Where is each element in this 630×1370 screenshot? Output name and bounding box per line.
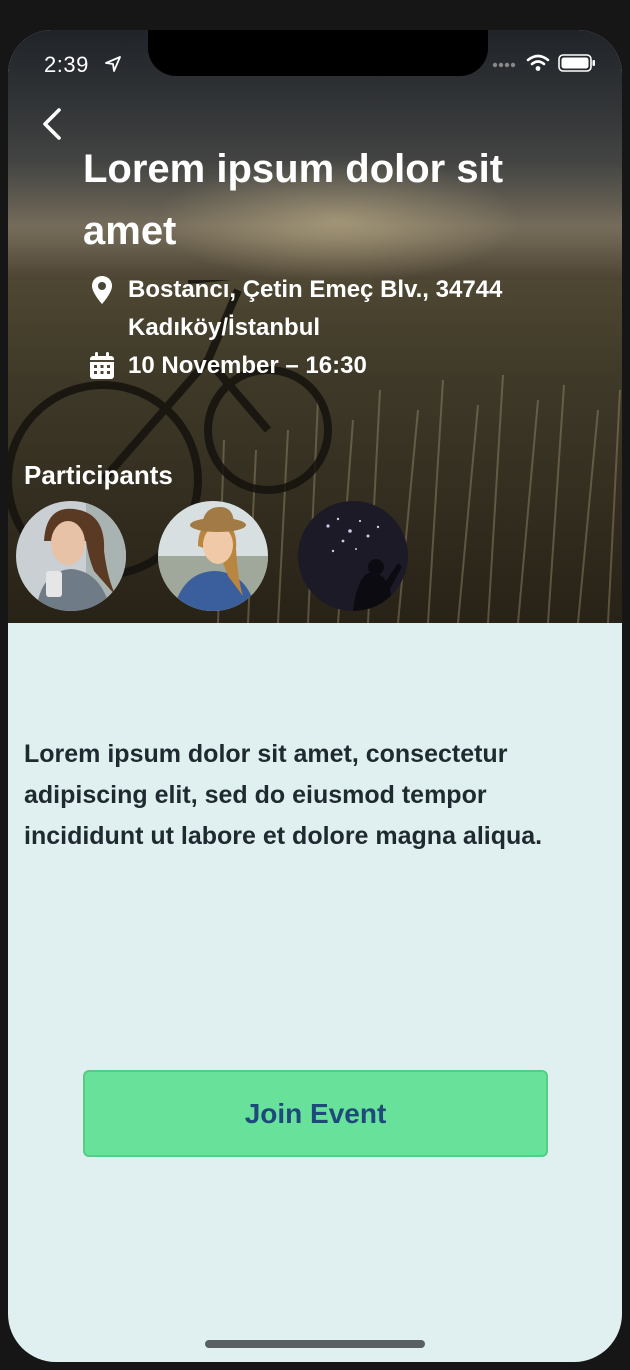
participants-heading: Participants bbox=[24, 460, 173, 490]
event-title: Lorem ipsum dolor sit amet bbox=[83, 147, 504, 253]
location-text: Bostancı, Çetin Emeç Blv., 34744 Kadıköy… bbox=[128, 276, 503, 341]
join-event-button[interactable]: Join Event bbox=[83, 1070, 548, 1157]
hero-image: 2:39 Lorem ipsum dolor sit amet Bostancı… bbox=[8, 30, 622, 623]
event-description: Lorem ipsum dolor sit amet, consectetur … bbox=[24, 740, 543, 850]
avatar-photo-1 bbox=[16, 501, 126, 611]
status-time: 2:39 bbox=[44, 52, 89, 77]
event-detail-screen: 2:39 Lorem ipsum dolor sit amet Bostancı… bbox=[8, 30, 622, 1362]
participant-avatar-3[interactable] bbox=[298, 501, 408, 611]
status-icons bbox=[492, 54, 596, 72]
device-frame: 2:39 Lorem ipsum dolor sit amet Bostancı… bbox=[0, 0, 630, 1370]
participant-avatar-1[interactable] bbox=[16, 501, 126, 611]
event-location: Bostancı, Çetin Emeç Blv., 34744 Kadıköy… bbox=[88, 271, 548, 347]
event-datetime: 10 November – 16:30 bbox=[88, 347, 367, 385]
battery-icon bbox=[558, 54, 595, 72]
datetime-text: 10 November – 16:30 bbox=[128, 352, 367, 379]
device-notch bbox=[148, 30, 488, 76]
avatar-photo-2 bbox=[158, 501, 268, 611]
home-indicator[interactable] bbox=[205, 1340, 425, 1348]
avatar-photo-3 bbox=[298, 501, 408, 611]
calendar-icon bbox=[88, 347, 116, 385]
chevron-left-icon bbox=[43, 108, 61, 140]
back-button[interactable] bbox=[34, 102, 70, 146]
participant-avatar-2[interactable] bbox=[158, 501, 268, 611]
cellular-signal-icon bbox=[492, 62, 516, 68]
wifi-icon bbox=[526, 54, 550, 71]
location-arrow-icon bbox=[105, 56, 121, 72]
map-pin-icon bbox=[88, 271, 116, 309]
